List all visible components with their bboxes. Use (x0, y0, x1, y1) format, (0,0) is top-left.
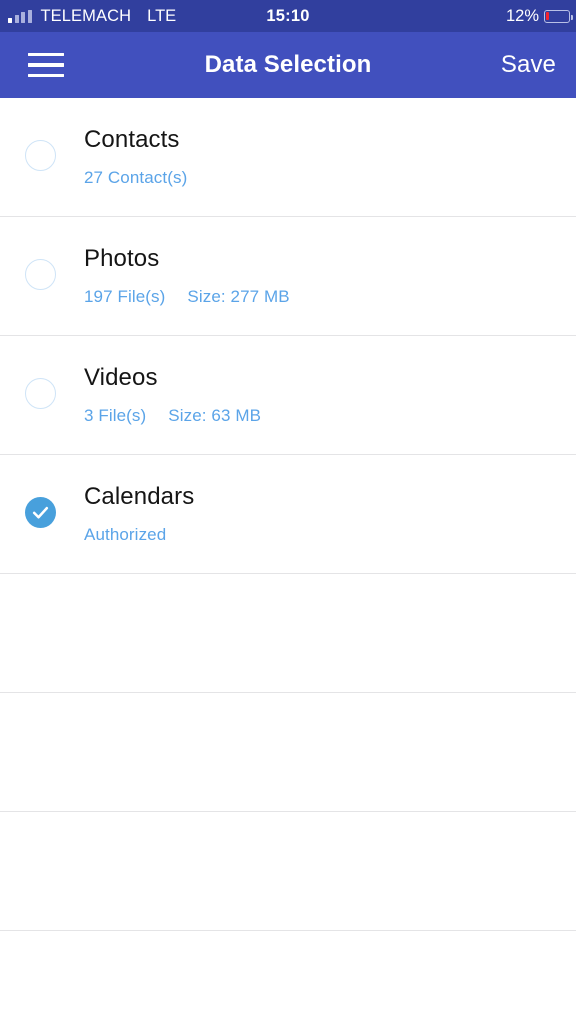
list-item-size: Size: 277 MB (187, 287, 290, 307)
list-item-subtitle: 3 File(s) Size: 63 MB (84, 406, 576, 426)
list-item-placeholder (0, 693, 576, 812)
checkbox-photos[interactable] (25, 259, 56, 290)
status-bar-right: 12% (505, 0, 573, 32)
check-icon (31, 503, 50, 522)
list-item-title: Contacts (84, 125, 180, 153)
data-selection-screen: TELEMACH LTE 15:10 12% Data Selection Sa… (0, 0, 576, 1024)
data-selection-list: Contacts 27 Contact(s) Photos 197 File(s) Si… (0, 98, 576, 1024)
list-item-placeholder (0, 812, 576, 931)
checkbox-contacts[interactable] (25, 140, 56, 171)
navigation-bar: Data Selection Save (0, 32, 576, 98)
battery-icon (544, 9, 573, 23)
checkbox-videos[interactable] (25, 378, 56, 409)
list-item[interactable]: Photos 197 File(s) Size: 277 MB (0, 217, 576, 336)
list-item-placeholder (0, 574, 576, 693)
list-item-body: Calendars Authorized (84, 455, 576, 573)
list-item-subtitle: 197 File(s) Size: 277 MB (84, 287, 576, 307)
list-item-body: Contacts 27 Contact(s) (84, 98, 576, 216)
list-item-body: Photos 197 File(s) Size: 277 MB (84, 217, 576, 335)
checkbox-calendars[interactable] (25, 497, 56, 528)
save-button[interactable]: Save (501, 51, 556, 79)
list-item-count: 3 File(s) (84, 406, 147, 426)
list-item-subtitle: 27 Contact(s) (84, 168, 576, 188)
battery-percent-label: 12% (505, 6, 539, 25)
page-title: Data Selection (204, 51, 372, 78)
list-item-subtitle: Authorized (84, 525, 576, 545)
list-item-count: Authorized (84, 525, 167, 545)
battery-fill (546, 11, 549, 21)
list-item[interactable]: Videos 3 File(s) Size: 63 MB (0, 336, 576, 455)
list-item-title: Calendars (84, 482, 195, 510)
list-item-count: 197 File(s) (84, 287, 166, 307)
list-item[interactable]: Contacts 27 Contact(s) (0, 98, 576, 217)
status-bar-clock: 15:10 (266, 6, 310, 25)
list-item-title: Photos (84, 244, 160, 272)
list-item-body: Videos 3 File(s) Size: 63 MB (84, 336, 576, 454)
list-item-count: 27 Contact(s) (84, 168, 188, 188)
status-bar: TELEMACH LTE 15:10 12% (0, 0, 576, 32)
list-item[interactable]: Calendars Authorized (0, 455, 576, 574)
list-item-size: Size: 63 MB (168, 406, 262, 426)
list-item-title: Videos (84, 363, 158, 391)
